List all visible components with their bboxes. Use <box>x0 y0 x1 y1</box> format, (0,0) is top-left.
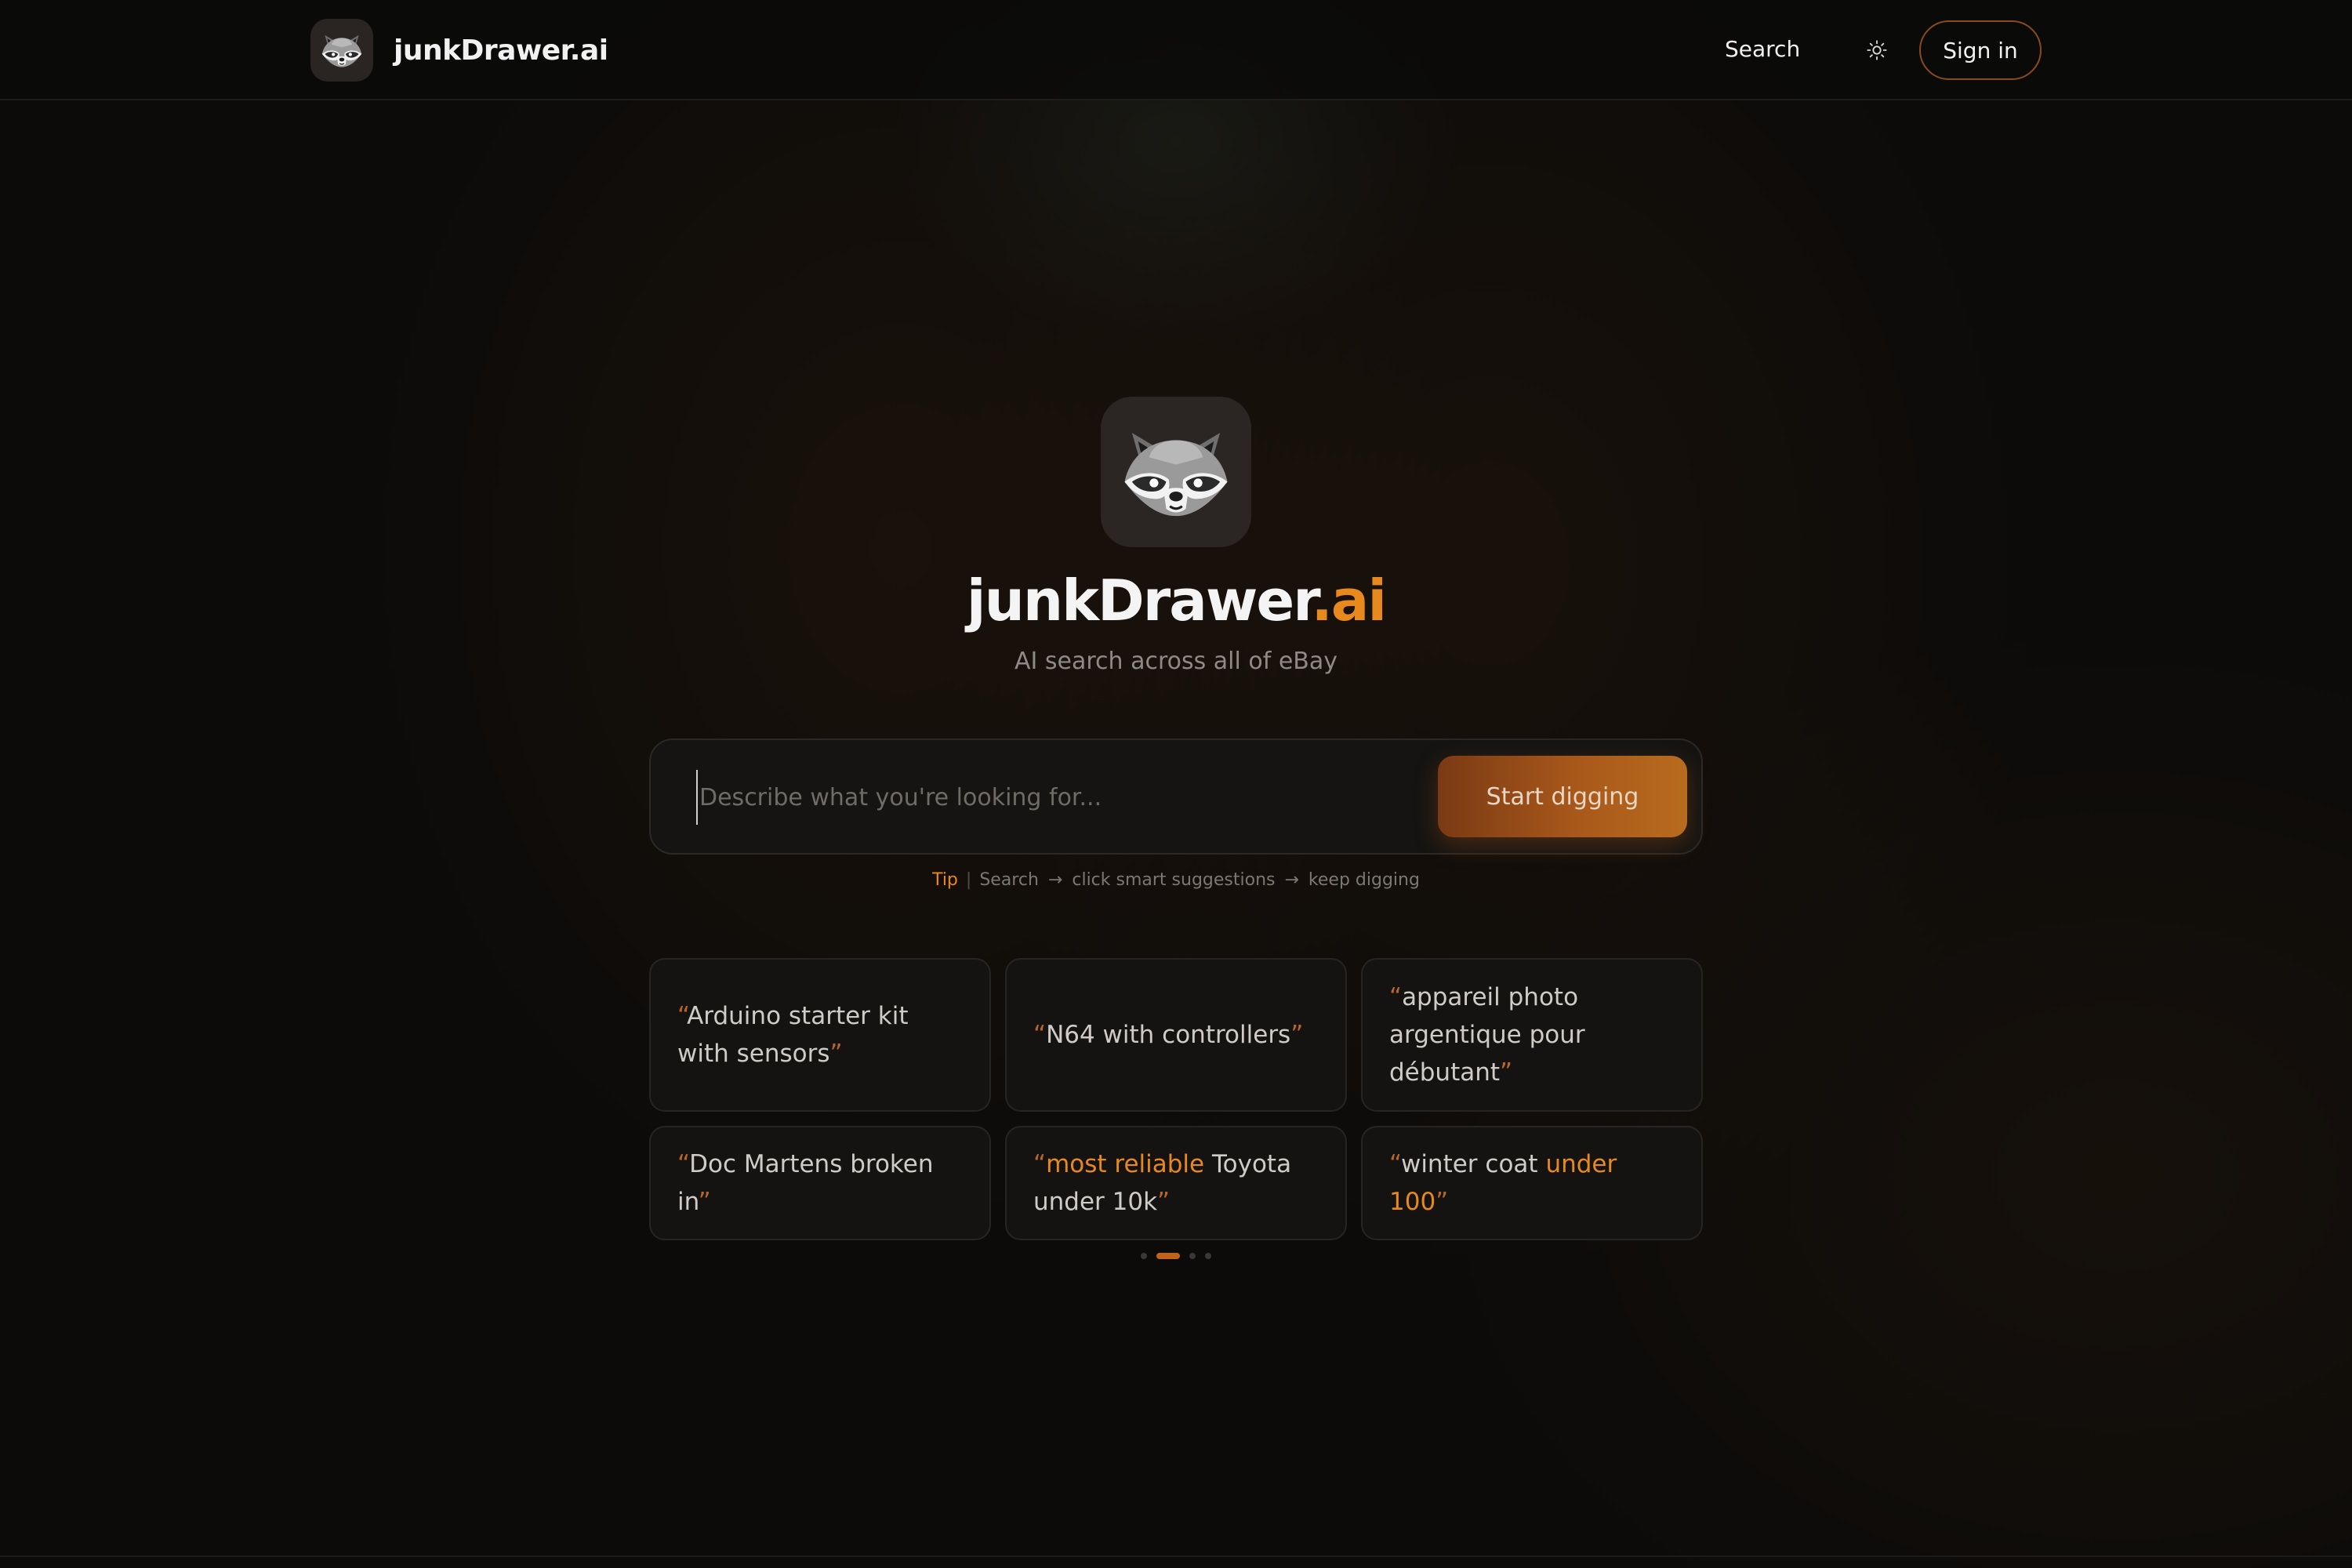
sun-icon <box>1867 40 1887 60</box>
quote-open: “ <box>1033 1021 1047 1049</box>
suggestion-segment: Arduino starter kit with sensors <box>677 1002 909 1068</box>
hero-raccoon-icon <box>1101 397 1251 547</box>
sign-in-button[interactable]: Sign in <box>1919 20 2042 80</box>
suggestion-text: “N64 with controllers” <box>1033 1016 1303 1054</box>
search-box: Start digging <box>649 739 1703 855</box>
nav-search-link[interactable]: Search <box>1725 30 1800 69</box>
carousel-pager <box>0 1253 2352 1259</box>
suggestion-highlight: most reliable <box>1046 1150 1205 1178</box>
tip-separator: | <box>965 870 972 890</box>
quote-close: ” <box>1157 1188 1171 1216</box>
quote-close: ” <box>1436 1188 1449 1216</box>
quote-open: “ <box>677 1150 690 1178</box>
quote-close: ” <box>1500 1058 1513 1087</box>
quote-close: ” <box>698 1188 711 1216</box>
arrow-right-icon: → <box>1047 870 1063 890</box>
suggestion-segment: appareil photo argentique pour débutant <box>1389 983 1585 1087</box>
suggestion-card[interactable]: “N64 with controllers” <box>1005 958 1347 1112</box>
top-nav: junkDrawer.ai Search Sign in <box>0 0 2352 100</box>
suggestion-segment: N64 with controllers <box>1046 1021 1291 1049</box>
brand-link[interactable]: junkDrawer.ai <box>310 19 608 82</box>
page: junkDrawer.ai Search Sign in junkDrawer.… <box>0 0 2352 1568</box>
raccoon-icon <box>310 19 373 82</box>
suggestion-text: “most reliable Toyota under 10k” <box>1033 1145 1319 1221</box>
quote-open: “ <box>1389 983 1403 1011</box>
quote-close: ” <box>1290 1021 1304 1049</box>
theme-toggle-button[interactable] <box>1858 31 1896 69</box>
pager-dot[interactable] <box>1205 1253 1211 1259</box>
quote-open: “ <box>677 1002 688 1030</box>
pager-dot[interactable] <box>1189 1253 1196 1259</box>
hero-title: junkDrawer.ai <box>0 568 2352 633</box>
suggestion-text: “Arduino starter kit with sensors” <box>677 997 963 1073</box>
search-input[interactable] <box>696 770 1402 825</box>
quote-open: “ <box>1389 1150 1401 1178</box>
tip-step-3: keep digging <box>1308 870 1420 890</box>
suggestion-card[interactable]: “most reliable Toyota under 10k” <box>1005 1126 1347 1240</box>
suggestion-card[interactable]: “Doc Martens broken in” <box>649 1126 991 1240</box>
tip-line: Tip | Search → click smart suggestions → keep … <box>0 870 2352 890</box>
suggestion-segment: winter coat <box>1400 1150 1546 1178</box>
suggestion-card[interactable]: “appareil photo argentique pour débutant… <box>1361 958 1703 1112</box>
hero-subtitle: AI search across all of eBay <box>1014 648 1338 675</box>
tip-label: Tip <box>932 870 958 890</box>
suggestion-text: “Doc Martens broken in” <box>677 1145 963 1221</box>
pager-dot[interactable] <box>1141 1253 1147 1259</box>
suggestion-card[interactable]: “Arduino starter kit with sensors” <box>649 958 991 1112</box>
quote-close: ” <box>829 1040 843 1068</box>
tip-step-2: click smart suggestions <box>1072 870 1276 890</box>
hero-title-accent: .ai <box>1311 568 1387 633</box>
hero-title-main: junkDrawer <box>966 568 1313 633</box>
suggestion-text: “winter coat under 100” <box>1389 1145 1675 1221</box>
suggestion-card[interactable]: “winter coat under 100” <box>1361 1126 1703 1240</box>
pager-dot[interactable] <box>1156 1253 1180 1259</box>
suggestion-segment: Doc Martens broken in <box>677 1150 934 1216</box>
tip-step-1: Search <box>979 870 1039 890</box>
quote-open: “ <box>1033 1150 1047 1178</box>
footer-divider <box>0 1555 2352 1557</box>
arrow-right-icon: → <box>1284 870 1299 890</box>
brand-name: junkDrawer.ai <box>394 34 608 67</box>
start-digging-button[interactable]: Start digging <box>1438 756 1687 837</box>
suggestion-text: “appareil photo argentique pour débutant… <box>1389 978 1675 1091</box>
